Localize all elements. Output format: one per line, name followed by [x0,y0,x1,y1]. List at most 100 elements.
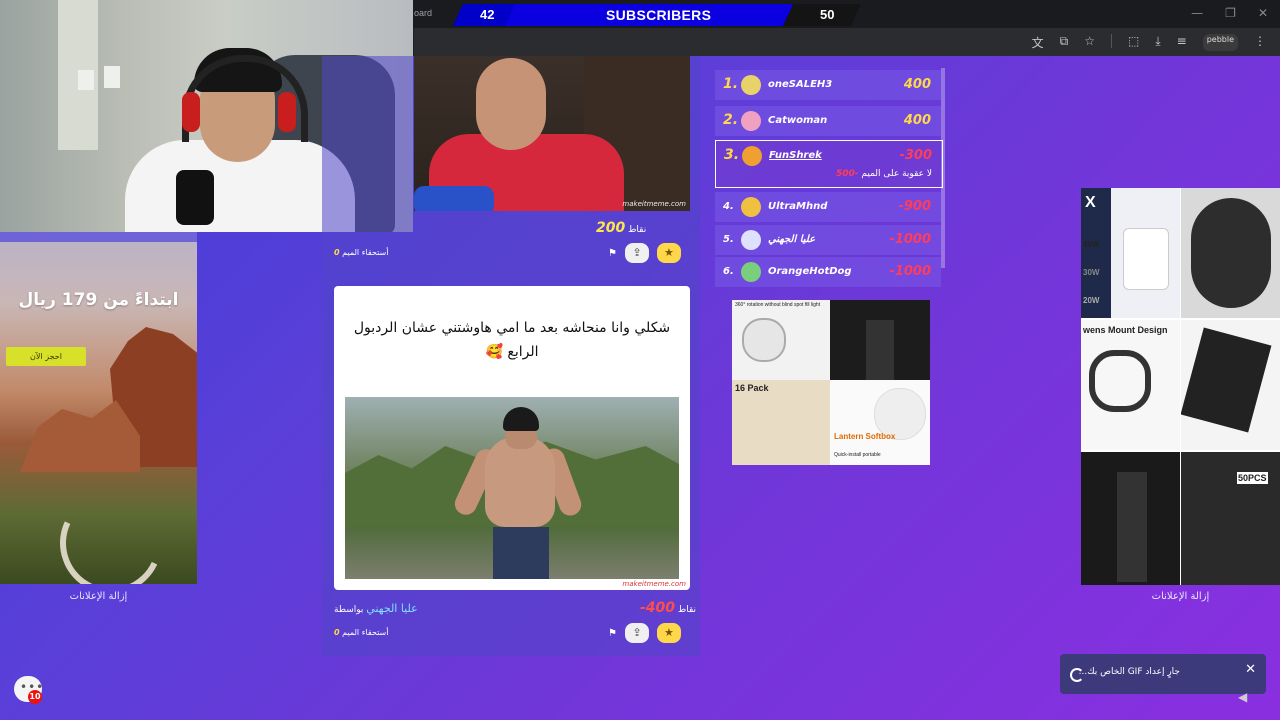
x-logo-icon: X [1085,194,1096,211]
ad-tile: X 40W 30W 20W [1081,188,1180,318]
post2-meme-worth: 0 أستحقاء الميم [334,628,388,637]
profile-icon[interactable]: pebble [1202,34,1238,51]
ad-top-strip [0,232,197,242]
ad-text: 30W [1083,268,1100,277]
leaderboard-row[interactable]: 5. عليا الجهني -1000 [715,225,941,255]
media-person-head [476,58,546,150]
post2-meme-worth-label: أستحقاء الميم [342,628,389,637]
screenshot-icon[interactable]: ⧉ [1060,34,1069,51]
ad-tile: 360° rotation without blind spot fill li… [732,300,830,380]
headset-cup-left [182,92,200,132]
toolbar-divider [1110,34,1112,48]
media-icon[interactable]: ≡ [1177,34,1187,51]
rank: 4. [723,201,734,212]
avatar [741,111,761,131]
remove-ads-link[interactable]: إزالة الإعلانات [1081,591,1280,602]
toast-message: جارٍ إعداد GIF الخاص بك... [1078,667,1180,677]
post2-points: -400 نقاط [640,600,696,616]
post1-actions: ⚑ ⇪ ★ [608,243,681,263]
media-beanie [503,407,539,431]
ad-text: 360° rotation without blind spot fill li… [735,302,821,308]
player-name: oneSALEH3 [768,79,833,90]
headset-cup-right [278,92,296,132]
maximize-icon[interactable]: ❐ [1225,6,1236,20]
leaderboard-row[interactable]: 4. UltraMhnd -900 [715,192,941,222]
post2-actions: ⚑ ⇪ ★ [608,623,681,643]
post1-media[interactable]: makeitmeme.com [414,56,690,211]
right-advertisement[interactable]: X 40W 30W 20W wens Mount Design 50PCS [1081,188,1280,585]
post2-points-value: -400 [640,600,676,616]
media-can [414,186,494,211]
player-score: 400 [903,77,931,92]
ad-tile: Lantern Softbox Quick-install portable [830,380,930,465]
product-advertisement[interactable]: 360° rotation without blind spot fill li… [732,300,930,465]
post2-card: شكلي وانا منحاشه بعد ما امي هاوشتني عشان… [334,286,690,590]
post2-author[interactable]: عليا الجهني [366,602,417,615]
ad-text: 50PCS [1237,472,1268,484]
ad-foam [866,320,894,380]
post1-meme-worth-label: أستحقاء الميم [342,248,389,257]
post1-meme-worth-value: 0 [334,248,340,257]
post1-points-label: نقاط [628,225,647,235]
remove-ads-link[interactable]: إزالة الإعلانات [0,591,197,602]
media-torso [485,437,555,527]
minimize-icon[interactable]: — [1191,6,1203,20]
avatar [741,230,761,250]
download-icon[interactable]: ⤓ [1155,34,1160,51]
report-flag-icon[interactable]: ⚑ [608,248,617,259]
ad-headline: ابتداءً من 179 ريال [18,290,179,310]
ad-text: Quick-install portable [834,452,881,458]
menu-icon[interactable]: ⋮ [1254,34,1266,51]
webcam-paper [78,70,94,90]
player-score: -300 [899,148,932,163]
close-window-icon[interactable]: ✕ [1258,6,1268,20]
player-name: Catwoman [768,115,828,126]
chat-count-badge: 10 [28,690,42,704]
avatar [741,75,761,95]
speaker-icon[interactable]: ◀ [1238,690,1247,704]
post2-meme-worth-value: 0 [334,628,340,637]
leaderboard-row[interactable]: 1. oneSALEH3 400 [715,70,941,100]
rate-star-icon[interactable]: ★ [656,623,681,643]
close-icon[interactable]: ✕ [1245,662,1256,677]
ad-text: wens Mount Design [1083,325,1168,335]
rate-star-icon[interactable]: ★ [656,243,681,263]
ad-tile: wens Mount Design [1081,320,1180,450]
browser-toolbar: 文 ⧉ ☆ ⬚ ⤓ ≡ pebble ⋮ [414,28,1280,56]
left-advertisement[interactable]: ابتداءً من 179 ريال احجز الآن [0,232,197,584]
media-running-man [451,407,585,579]
player-name: عليا الجهني [768,234,816,245]
share-icon[interactable]: ⇪ [624,623,649,643]
rank: 1. [723,76,739,92]
post1-points-value: 200 [596,220,626,236]
tab-title[interactable]: oard [414,8,432,18]
ad-seat [1191,198,1271,308]
window-controls: — ❐ ✕ [1191,6,1268,20]
avatar [742,146,762,166]
star-icon[interactable]: ☆ [1084,34,1095,51]
player-name: FunShrek [769,150,822,161]
leaderboard-row-highlighted[interactable]: 3. FunShrek -300 لا عقوبة على الميم -500 [715,140,943,188]
report-flag-icon[interactable]: ⚑ [608,628,617,639]
share-icon[interactable]: ⇪ [624,243,649,263]
webcam-mic [176,170,214,225]
player-score: -1000 [889,264,931,279]
post2-media[interactable] [345,397,679,579]
subs-label: SUBSCRIBERS [606,7,712,23]
ad-tile [830,300,930,380]
post2-byline: عليا الجهني بواسطة [334,602,418,615]
leaderboard-scrollbar[interactable] [941,68,945,268]
gif-toast: جارٍ إعداد GIF الخاص بك... ✕ [1060,654,1266,694]
subs-goal: 50 [820,7,835,22]
translate-icon[interactable]: 文 [1032,34,1044,51]
player-score: -900 [898,199,931,214]
ad-text: Lantern Softbox [834,432,896,441]
ad-charger [1123,228,1169,290]
leaderboard-row[interactable]: 2. Catwoman 400 [715,106,941,136]
leaderboard-row[interactable]: 6. OrangeHotDog -1000 [715,257,941,287]
extensions-icon[interactable]: ⬚ [1128,34,1139,51]
ad-cta-button[interactable]: احجز الآن [6,347,86,366]
toolbar-icons: 文 ⧉ ☆ ⬚ ⤓ ≡ pebble ⋮ [1032,34,1266,51]
ad-text: 40W [1083,240,1100,249]
ad-tile [1181,188,1280,318]
